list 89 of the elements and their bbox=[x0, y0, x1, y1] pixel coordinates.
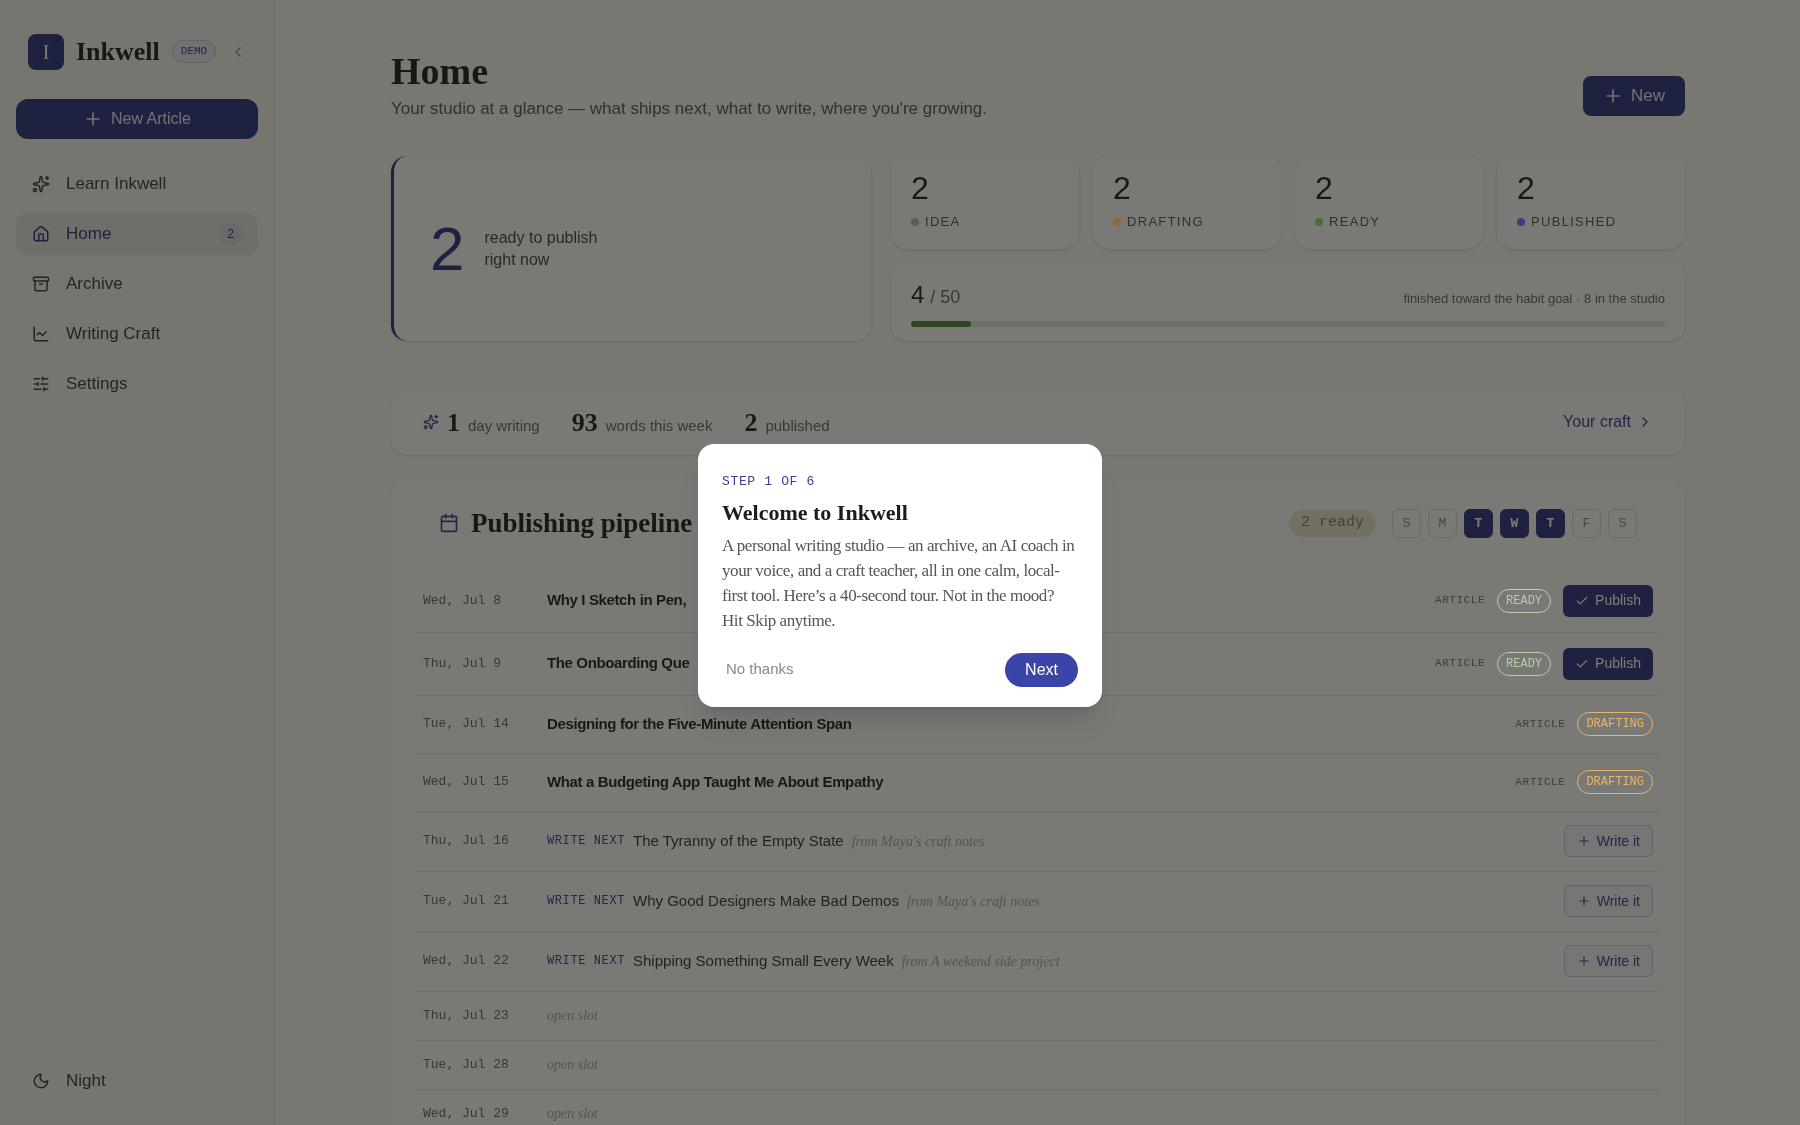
status-label: PUBLISHED bbox=[1531, 213, 1617, 231]
nav-label: Learn Inkwell bbox=[66, 173, 167, 196]
nav-count: 2 bbox=[219, 223, 242, 245]
type-label: ARTICLE bbox=[1515, 774, 1566, 790]
home-icon bbox=[32, 225, 50, 243]
sliders-icon bbox=[32, 375, 50, 393]
row-date: Wed, Jul 22 bbox=[423, 952, 510, 971]
ready-badge: 2 ready bbox=[1289, 510, 1376, 537]
article-title[interactable]: Designing for the Five-Minute Attention Span bbox=[547, 712, 852, 736]
status-count: 2 bbox=[1315, 172, 1334, 204]
type-label: ARTICLE bbox=[1515, 716, 1566, 732]
page-title: Home bbox=[391, 49, 490, 94]
goal-total: / 50 bbox=[930, 286, 961, 309]
dialog-body: A personal writing studio — an archive, an AI coach in your voice, and a craft teacher, all in one calm, local-first tool. Here’s a 40-second tour. Not in the mood? Hit Skip anytime. bbox=[722, 534, 1076, 632]
goal-note: finished toward the habit goal · 8 in the studio bbox=[1403, 290, 1665, 308]
nav-item[interactable]: Settings bbox=[16, 363, 258, 405]
plus-icon bbox=[1576, 954, 1591, 968]
ready-count: 2 bbox=[430, 213, 465, 285]
status-count: 2 bbox=[911, 172, 930, 204]
row-date: Thu, Jul 23 bbox=[423, 1006, 510, 1025]
write-next-tag: WRITE NEXT bbox=[547, 952, 625, 970]
article-title[interactable]: The Onboarding Que bbox=[547, 652, 690, 675]
archive-icon bbox=[32, 275, 50, 293]
dialog-title: Welcome to Inkwell bbox=[722, 498, 909, 527]
day-pill[interactable]: W bbox=[1500, 508, 1529, 538]
row-date: Wed, Jul 29 bbox=[423, 1104, 510, 1123]
stat-label: words this week bbox=[605, 415, 713, 436]
pipeline-title: Publishing pipeline bbox=[471, 507, 693, 540]
moon-icon bbox=[32, 1072, 50, 1090]
sparkles-icon bbox=[32, 175, 50, 193]
nav-label: Archive bbox=[66, 273, 123, 296]
write-it-button[interactable]: Write it bbox=[1563, 885, 1653, 917]
sparkles-icon bbox=[423, 414, 439, 430]
nav-item[interactable]: Home 2 bbox=[16, 213, 258, 255]
ready-text: ready to publish right now bbox=[484, 227, 599, 270]
stat-value: 93 bbox=[571, 406, 598, 439]
status-label: IDEA bbox=[925, 213, 961, 231]
write-next-tag: WRITE NEXT bbox=[547, 892, 625, 910]
row-date: Tue, Jul 14 bbox=[423, 715, 510, 734]
logo-icon: I bbox=[28, 33, 64, 70]
page-subtitle: Your studio at a glance — what ships next, what to write, where you're growing. bbox=[391, 97, 988, 120]
day-pill[interactable]: T bbox=[1536, 508, 1565, 538]
publish-button[interactable]: Publish bbox=[1563, 584, 1653, 617]
demo-badge: DEMO bbox=[171, 40, 217, 63]
stat-label: published bbox=[765, 415, 830, 436]
idea-title[interactable]: The Tyranny of the Empty State bbox=[633, 829, 844, 853]
article-title[interactable]: Why I Sketch in Pen, bbox=[547, 589, 687, 612]
nav-item[interactable]: Writing Craft bbox=[16, 313, 258, 355]
row-date: Tue, Jul 28 bbox=[423, 1055, 510, 1074]
calendar-icon bbox=[439, 513, 459, 534]
nav-label: Writing Craft bbox=[66, 323, 161, 346]
brand-name: Inkwell bbox=[76, 36, 160, 68]
next-button[interactable]: Next bbox=[1005, 652, 1078, 687]
write-it-button[interactable]: Write it bbox=[1563, 825, 1653, 857]
status-label: DRAFTING bbox=[1127, 213, 1204, 231]
idea-title[interactable]: Shipping Something Small Every Week bbox=[633, 949, 894, 973]
day-pill[interactable]: T bbox=[1464, 508, 1493, 538]
status-label: READY bbox=[1329, 213, 1381, 231]
goal-done: 4 bbox=[911, 280, 925, 310]
plus-icon bbox=[1576, 834, 1591, 848]
your-craft-link[interactable]: Your craft bbox=[1563, 410, 1653, 434]
article-title[interactable]: What a Budgeting App Taught Me About Empathy bbox=[547, 770, 884, 794]
write-next-tag: WRITE NEXT bbox=[547, 832, 625, 850]
type-label: ARTICLE bbox=[1435, 593, 1486, 609]
nav-label: Settings bbox=[66, 373, 128, 396]
nav-label: Home bbox=[66, 223, 112, 246]
nav-item[interactable]: Archive bbox=[16, 263, 258, 305]
night-toggle[interactable]: Night bbox=[16, 1061, 258, 1101]
row-date: Tue, Jul 21 bbox=[423, 892, 510, 911]
stat-value: 2 bbox=[744, 406, 758, 439]
row-date: Wed, Jul 8 bbox=[423, 591, 502, 610]
idea-title[interactable]: Why Good Designers Make Bad Demos bbox=[633, 889, 899, 913]
plus-icon bbox=[1576, 894, 1591, 908]
row-date: Thu, Jul 16 bbox=[423, 832, 510, 851]
row-date: Wed, Jul 15 bbox=[423, 773, 510, 792]
nav-item[interactable]: Learn Inkwell bbox=[16, 163, 258, 205]
type-label: ARTICLE bbox=[1435, 656, 1486, 672]
line-chart-icon bbox=[32, 325, 50, 343]
row-date: Thu, Jul 9 bbox=[423, 654, 502, 673]
no-thanks-button[interactable]: No thanks bbox=[722, 658, 798, 681]
new-article-button[interactable]: New Article bbox=[16, 99, 258, 139]
step-label: STEP 1 OF 6 bbox=[722, 473, 816, 491]
status-count: 2 bbox=[1113, 172, 1132, 204]
write-it-button[interactable]: Write it bbox=[1563, 945, 1653, 977]
status-count: 2 bbox=[1517, 172, 1536, 204]
new-button[interactable]: New bbox=[1583, 76, 1685, 116]
stat-value: 1 bbox=[447, 406, 460, 439]
publish-button[interactable]: Publish bbox=[1563, 647, 1653, 680]
stat-label: day writing bbox=[468, 415, 540, 436]
